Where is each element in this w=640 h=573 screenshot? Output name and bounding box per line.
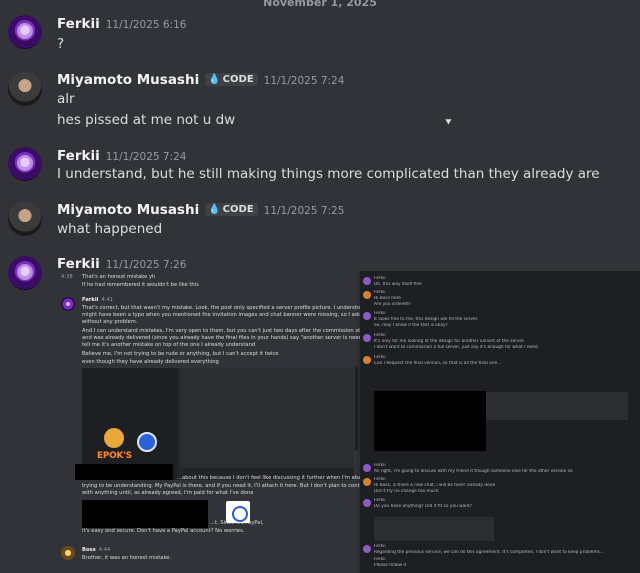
attachment-line: If he had remembered it wouldn't be like… [82,282,199,288]
attachment-username: Boss 4:44 [82,547,111,553]
litecoin-icon [137,432,157,452]
nested-screenshot-right [180,368,354,468]
avatar[interactable] [8,256,42,290]
attachment-line: and was already delivered (since you alr… [82,335,383,341]
avatar [363,291,371,299]
attachment-right-panel: Ferkii Ok, this way itself fine Ferkii H… [360,271,640,573]
avatar [61,546,75,560]
attachment-line: Please follow it [374,563,407,568]
attachment-line: Ferkii [374,557,386,562]
attachment-line: Ferkii [374,477,386,482]
message-text: ? [57,36,65,52]
cursor-icon: ⯆ [444,116,453,129]
username[interactable]: Miyamoto Musashi [57,72,199,88]
avatar [363,334,371,342]
attachment-line: Ferkii [374,544,386,549]
avatar[interactable] [8,15,42,49]
redacted-block [374,391,486,451]
timestamp: 11/1/2025 6:16 [105,19,187,31]
attachment-line: Regarding the previous service, we can d… [374,550,604,555]
avatar [61,297,75,311]
attachment-line: Ferkii [374,290,386,295]
attachment-line: even though they have already delivered … [82,359,219,365]
attachment-line: might have been a typo when you mentione… [82,312,384,318]
attachment-line: ...about this because I don't feel like … [177,475,363,481]
avatar [363,464,371,472]
attachment-line: Ferkii [374,333,386,338]
attachment-line: Ferkii [374,463,386,468]
attachment-line: Ferkii [374,355,386,360]
attachment-line: So, may I know if the text is okay? [374,323,448,328]
attachment-line: Hi Boss here [374,296,401,301]
timestamp: 11/1/2025 7:26 [105,259,187,271]
attachment-line: Ferkii [374,498,386,503]
timestamp: 11/1/2025 7:25 [263,205,345,217]
message-text: I understand, but he still making things… [57,166,600,182]
attachment-line: Are you ordered? [374,302,411,307]
attachment-line: it's easy and secure. Don't have a PayPa… [82,528,245,534]
redacted-block [75,464,173,480]
username[interactable]: Ferkii [57,256,100,272]
attachment-username: Ferkii 4:41 [82,297,114,303]
message-text: what happened [57,221,163,237]
attachment-line: with anything until, as already agreed, … [82,490,254,496]
attachment-line: It's only for me looking at the design f… [374,339,525,344]
attachment-line: Don't try no change too much [374,489,439,494]
avatar [363,499,371,507]
paypal-icon [226,501,250,523]
attachment-left-panel: 4:38 That's an honest mistake yh If he h… [57,271,383,573]
message-text: hes pissed at me not u dw [57,112,236,128]
embed-block [374,517,494,541]
attachment-line: I don't want to commission a full server… [374,345,539,350]
embed-block [486,392,628,420]
logo: EPOK'S [97,451,132,461]
attachment-timestamp: 4:38 [61,274,73,280]
attachment-line: That's an honest mistake yh [82,274,156,280]
coin-icon [104,428,124,448]
avatar [363,545,371,553]
redacted-block [82,500,208,528]
message-text: alr [57,91,75,107]
timestamp: 11/1/2025 7:24 [105,151,187,163]
attachment-line: Ok, this way itself fine [374,282,422,287]
scrollbar [355,367,358,451]
image-attachment[interactable]: 4:38 That's an honest mistake yh If he h… [57,271,640,573]
attachment-line: All right, I'm going to discuss with my … [374,469,573,474]
date-divider: November 1, 2025 [263,0,377,9]
attachment-line: Do you have anything? Did it fit so you … [374,504,472,509]
username[interactable]: Ferkii [57,16,100,32]
avatar [363,478,371,486]
avatar[interactable] [8,202,42,236]
username[interactable]: Miyamoto Musashi [57,202,199,218]
timestamp: 11/1/2025 7:24 [263,75,345,87]
avatar [363,312,371,320]
attachment-line: And I can understand mistakes, I'm very … [82,328,374,334]
attachment-line: That's correct, but that wasn't my mista… [82,305,372,311]
attachment-line: Believe me, I'm not trying to be rude or… [82,351,279,357]
attachment-line: trying to be understanding. My PayPal is… [82,483,371,489]
avatar[interactable] [8,147,42,181]
attachment-line: Hi Boss, is there a new chat, i will be … [374,483,496,488]
attachment-line: Ferkii [374,276,386,281]
attachment-line: Ferkii [374,311,386,316]
tag-icon: 💧 [208,74,221,85]
avatar [363,277,371,285]
username[interactable]: Ferkii [57,148,100,164]
attachment-line: Brother, it was an honest mistake. [82,555,172,561]
server-tag[interactable]: 💧 CODE [205,203,258,216]
tag-icon: 💧 [208,204,221,215]
attachment-line: tell me it's another mistake on top of t… [82,342,256,348]
attachment-line: without any problem. [82,319,138,325]
attachment-line: It looks fine to me, this design will fi… [374,317,479,322]
attachment-line: Can I Request the final version, so that… [374,361,502,366]
server-tag[interactable]: 💧 CODE [205,73,258,86]
avatar[interactable] [8,72,42,106]
avatar [363,356,371,364]
